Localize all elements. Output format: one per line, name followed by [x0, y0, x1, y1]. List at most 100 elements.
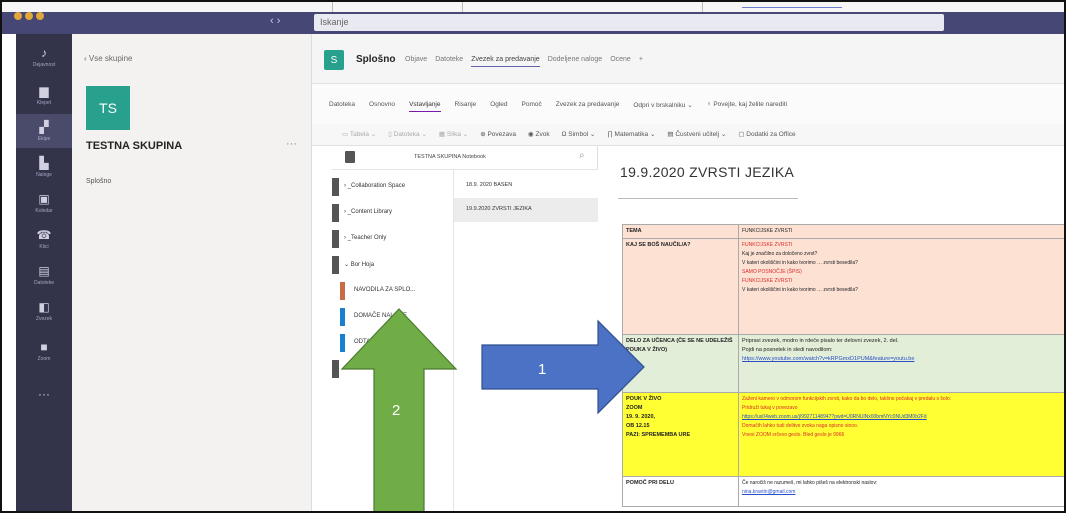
title-underline [618, 198, 798, 199]
email-link[interactable]: nina.kravtin@gmail.com [742, 488, 1064, 497]
onenote-menu: Datoteka Osnovno Vstavljanje Risanje Ogled Po… [312, 84, 1064, 124]
tab-channel-3[interactable]: Dodeljene naloge [548, 56, 603, 67]
rail-item-chat[interactable]: ▆ Klepet [16, 78, 72, 112]
ribbon-button-7[interactable]: ▤ Čustveni učitelj ⌄ [667, 130, 726, 138]
tema-value: FUNKCIJSKE ZVRSTI [738, 224, 1064, 239]
channel-item-general[interactable]: Splošno [86, 178, 111, 185]
rail-item-label: Zvezek [35, 315, 53, 322]
more-options-icon[interactable]: ··· [286, 138, 297, 150]
tab-onenote-8[interactable]: ♀ Povejte, kaj želite narediti [707, 101, 787, 112]
onenote-tab-row: Datoteka Osnovno Vstavljanje Risanje Ogled Po… [329, 101, 787, 112]
rail-item-calls[interactable]: ☎ Klici [16, 222, 72, 256]
history-nav[interactable]: ‹ › [270, 15, 280, 27]
arrow-2-label: 2 [392, 402, 400, 419]
close-dot[interactable] [14, 12, 22, 20]
tab-onenote-3[interactable]: Risanje [455, 101, 477, 112]
page-item[interactable]: 18.9. 2020 BASEN [454, 174, 598, 198]
live-cell: Zaženi kamero v odmorom funkcijskih zvrs… [738, 392, 1064, 477]
teams-pane: ‹ Vse skupine TS TESTNA SKUPINA ··· Splo… [72, 34, 312, 511]
learn-line: Kaj je značilno za določeno zvrst? [742, 251, 818, 257]
tab-onenote-0[interactable]: Datoteka [329, 101, 355, 112]
tab-onenote-4[interactable]: Ogled [490, 101, 507, 112]
search-input[interactable]: Iskanje [314, 14, 944, 31]
rail-item-more[interactable]: ··· [16, 378, 72, 412]
learn-line: V kateri okoliščini in kako tvorimo … zv… [742, 260, 858, 266]
table-row: TEMA FUNKCIJSKE ZVRSTI [622, 224, 1064, 239]
section-item[interactable]: › _Content Library [332, 200, 454, 226]
channel-header: S Splošno Objave Datoteke Zvezek za predav… [312, 34, 1064, 84]
section-color-tab [332, 230, 339, 248]
rail-item-assignments[interactable]: ▙ Naloge [16, 150, 72, 184]
ribbon-button-5[interactable]: Ω Simbol ⌄ [562, 130, 596, 138]
tab-onenote-5[interactable]: Pomoč [522, 101, 542, 112]
rail-item-label: Klepet [36, 99, 52, 106]
section-label: NAVODILA ZA SPLO... [354, 287, 416, 293]
ribbon-button-3[interactable]: ⊕ Povezava [480, 130, 516, 138]
help-label: POMOČ PRI DELU [622, 476, 739, 507]
section-item[interactable]: › _Teacher Only [332, 226, 454, 252]
notebook-header: TESTNA SKUPINA Notebook ⌕ [332, 146, 598, 170]
work-line: Pojdi na posnetek in sledi navodilom: [742, 347, 833, 353]
rail-item-bell[interactable]: ♪ Dejavnost [16, 40, 72, 74]
ribbon-row: ▭ Tabela ⌄ ▯ Datoteka ⌄ ▦ Slika ⌄ ⊕ Povezav… [342, 130, 796, 138]
teams-icon: ▞ [39, 119, 49, 134]
section-color-tab [332, 256, 339, 274]
section-item[interactable]: NAVODILA ZA SPLO... [332, 278, 454, 304]
tab-channel-0[interactable]: Objave [405, 56, 427, 67]
learn-cell: FUNKCIJSKE ZVRSTI Kaj je značilno za dol… [738, 238, 1064, 335]
minimize-dot[interactable] [25, 12, 33, 20]
section-color-tab [340, 282, 345, 300]
tab-onenote-1[interactable]: Osnovno [369, 101, 395, 112]
tab-channel-2[interactable]: Zvezek za predavanje [471, 56, 540, 67]
channel-icon: S [324, 50, 344, 70]
ribbon: ▭ Tabela ⌄ ▯ Datoteka ⌄ ▦ Slika ⌄ ⊕ Povezav… [312, 124, 1064, 146]
section-label: › _Collaboration Space [344, 183, 406, 189]
notebook-icon [345, 151, 355, 163]
tab-channel-1[interactable]: Datoteke [435, 56, 463, 67]
ribbon-button-1[interactable]: ▯ Datoteka ⌄ [388, 130, 427, 138]
live-line: Pridruži tukaj v povezavo [742, 405, 798, 411]
rail-item-label: Ekipe [37, 135, 51, 142]
ribbon-button-0[interactable]: ▭ Tabela ⌄ [342, 130, 376, 138]
section-label: › _Content Library [344, 209, 393, 215]
learn-line: FUNKCIJSKE ZVRSTI [742, 278, 793, 284]
ribbon-button-8[interactable]: ▢ Dodatki za Office [738, 130, 795, 138]
rail-item-files[interactable]: ▤ Datoteke [16, 258, 72, 292]
rail-item-teams[interactable]: ▞ Ekipe [16, 114, 72, 148]
ribbon-button-2[interactable]: ▦ Slika ⌄ [439, 130, 468, 138]
work-cell: Pripravi zvezek, modro in rdeče pisalo t… [738, 334, 1064, 393]
page-item[interactable]: 19.9.2020 ZVRSTI JEZIKA [454, 198, 598, 222]
search-icon[interactable]: ⌕ [579, 150, 585, 161]
section-label: ⌄ Bor Hoja [344, 262, 375, 268]
maximize-dot[interactable] [36, 12, 44, 20]
screenshot-frame: ‹ › Iskanje ♪ Dejavnost ▆ Klepet ▞ Ekipe ▙ Nalo… [0, 0, 1066, 513]
tab-channel-4[interactable]: Ocene [610, 56, 631, 67]
section-item[interactable]: › _Collaboration Space [332, 174, 454, 200]
rail-item-video[interactable]: ■ Zoom [16, 334, 72, 368]
ribbon-button-6[interactable]: ∏ Matematika ⌄ [607, 130, 655, 138]
all-teams-link[interactable]: ‹ Vse skupine [84, 54, 132, 63]
notebook-title: TESTNA SKUPINA Notebook [414, 154, 486, 160]
rail-item-label: Koledar [35, 207, 53, 214]
tab-onenote-2[interactable]: Vstavljanje [409, 101, 441, 112]
zoom-link[interactable]: https://us04web.zoom.us/j/99271148947?pw… [742, 413, 1064, 422]
section-item[interactable]: ⌄ Bor Hoja [332, 252, 454, 278]
learn-line: SAMO POSNOČJE (ŠPIS) [742, 269, 802, 275]
tab-onenote-7[interactable]: Odpri v brskalniku ⌄ [633, 101, 692, 112]
chat-icon: ▆ [39, 83, 49, 98]
ribbon-button-4[interactable]: ◉ Zvok [528, 130, 550, 138]
annotation-arrow-2: 2 [340, 308, 458, 511]
rail-item-class-notebook[interactable]: ◧ Zvezek [16, 294, 72, 328]
arrow-1-label: 1 [538, 361, 546, 378]
tab-onenote-6[interactable]: Zvezek za predavanje [556, 101, 620, 112]
bell-icon: ♪ [41, 45, 47, 60]
team-avatar: TS [86, 86, 130, 130]
rail-item-label: Datoteke [33, 279, 54, 286]
rail-item-calendar[interactable]: ▣ Koledar [16, 186, 72, 220]
tab-channel-5[interactable]: + [639, 56, 643, 67]
table-row: DELO ZA UČENCA (ČE SE NE UDELEŽIŠ POUKA … [622, 334, 1064, 393]
live-label-line: PAZI: SPREMEMBA URE [626, 432, 691, 438]
rail-item-label: Zoom [37, 355, 51, 362]
youtube-link[interactable]: https://www.youtube.com/watch?v=kRPGmxD1… [742, 355, 1064, 364]
channel-name: Splošno [356, 54, 396, 65]
